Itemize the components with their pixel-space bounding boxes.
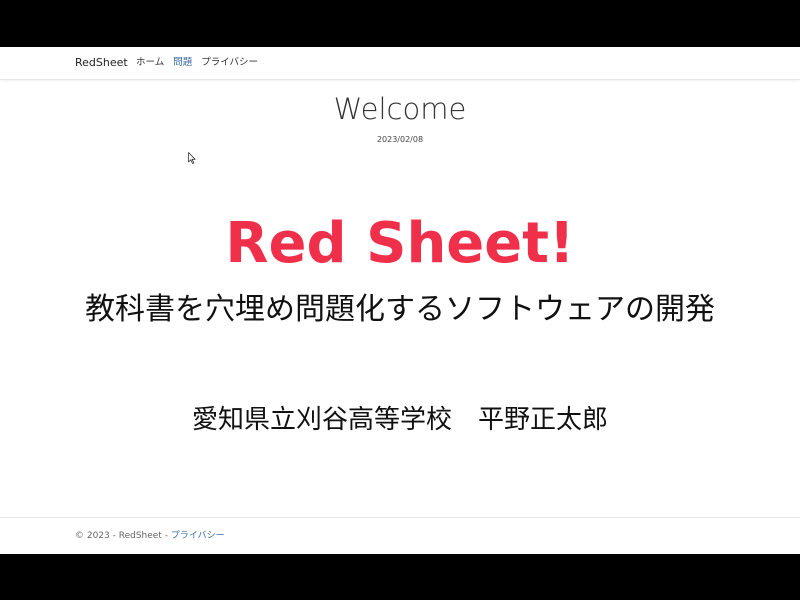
headline-title: Red Sheet! bbox=[225, 211, 575, 276]
footer-privacy-link[interactable]: プライバシー bbox=[171, 531, 225, 541]
footer-copyright: © 2023 - RedSheet - プライバシー bbox=[75, 530, 225, 542]
nav-link-home[interactable]: ホーム bbox=[136, 57, 164, 69]
nav-link-privacy[interactable]: プライバシー bbox=[201, 57, 258, 69]
brand-link[interactable]: RedSheet bbox=[75, 56, 128, 70]
footer-copyright-text: © 2023 - RedSheet - bbox=[75, 531, 171, 541]
author-text: 愛知県立刈谷高等学校 平野正太郎 bbox=[191, 405, 608, 435]
welcome-heading: Welcome bbox=[333, 92, 467, 126]
nav-links: ホーム 問題 プライバシー bbox=[136, 57, 258, 69]
mouse-pointer-icon bbox=[188, 152, 196, 164]
top-navbar: RedSheet ホーム 問題 プライバシー bbox=[0, 47, 800, 80]
subtitle-text: 教科書を穴埋め問題化するソフトウェアの開発 bbox=[85, 292, 715, 327]
date-text: 2023/02/08 bbox=[376, 135, 424, 144]
page-footer: © 2023 - RedSheet - プライバシー bbox=[0, 517, 800, 554]
browser-page: RedSheet ホーム 問題 プライバシー Welcome 2023/02/0… bbox=[0, 47, 800, 554]
nav-link-problems[interactable]: 問題 bbox=[173, 57, 192, 69]
